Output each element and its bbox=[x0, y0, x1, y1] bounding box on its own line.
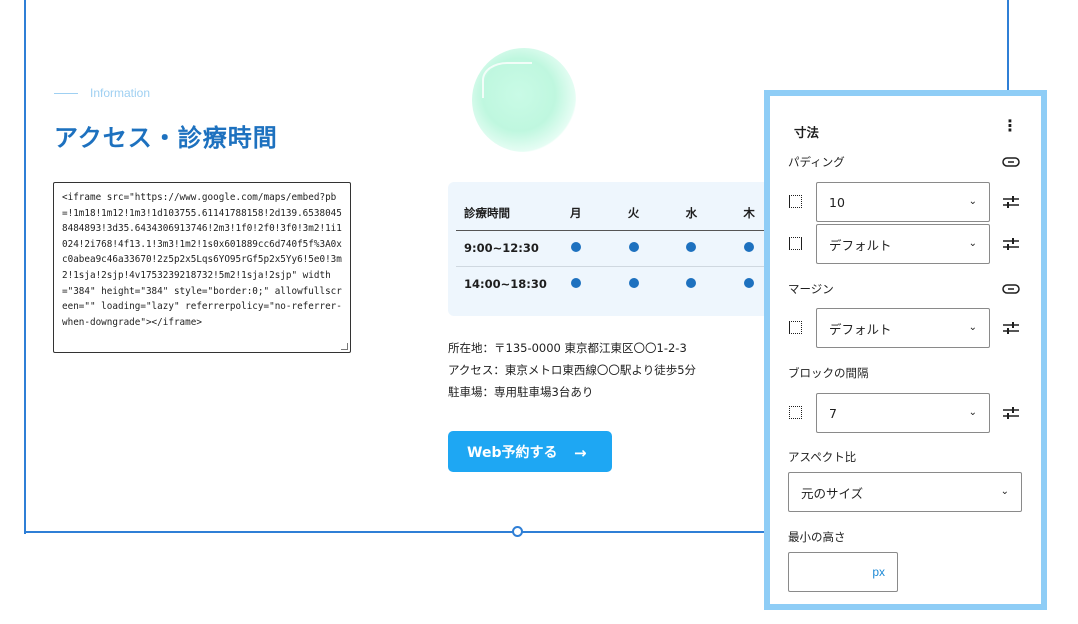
dimensions-panel: 寸法 ⋮ パディング 10 ⌄ デフォルト ⌄ マージン デフォルト ⌄ ブロッ… bbox=[764, 90, 1047, 610]
chevron-down-icon: ⌄ bbox=[968, 407, 977, 418]
slider-settings-icon[interactable] bbox=[1002, 321, 1020, 335]
schedule-header-day: 水 bbox=[662, 196, 721, 231]
aspect-ratio-select[interactable]: 元のサイズ ⌄ bbox=[788, 472, 1022, 512]
parking-text: 駐車場：専用駐車場3台あり bbox=[448, 385, 594, 399]
open-dot-icon bbox=[686, 278, 697, 289]
unlink-sides-icon[interactable] bbox=[1002, 157, 1020, 167]
block-gap-label: ブロックの間隔 bbox=[788, 366, 869, 380]
min-height-input[interactable]: px bbox=[788, 552, 898, 592]
padding-label: パディング bbox=[788, 155, 845, 169]
padding-vertical-value: 10 bbox=[829, 194, 845, 210]
open-dot-icon bbox=[570, 242, 581, 252]
open-dot-icon bbox=[686, 242, 697, 252]
html-code-editor[interactable]: <iframe src="https://www.google.com/maps… bbox=[53, 182, 351, 353]
schedule-cell bbox=[662, 266, 720, 302]
more-options-icon[interactable]: ⋮ bbox=[1002, 116, 1018, 135]
open-dot-icon bbox=[628, 278, 639, 289]
schedule-header-day: 月 bbox=[546, 196, 605, 231]
reserve-button-label: Web予約する bbox=[467, 444, 558, 461]
open-dot-icon bbox=[628, 242, 639, 252]
schedule-time: 14:00~18:30 bbox=[464, 277, 547, 292]
schedule-cell bbox=[546, 230, 605, 267]
access-text: アクセス：東京メトロ東西線〇〇駅より徒歩5分 bbox=[448, 363, 697, 377]
block-frame-bottom bbox=[24, 531, 766, 533]
chevron-down-icon: ⌄ bbox=[968, 238, 977, 249]
schedule-cell bbox=[604, 230, 663, 267]
block-frame-left bbox=[24, 0, 26, 534]
vertical-sides-icon bbox=[789, 195, 802, 208]
textarea-resize-grip[interactable] bbox=[341, 343, 348, 350]
schedule-header-time: 診療時間 bbox=[456, 196, 547, 231]
chevron-down-icon: ⌄ bbox=[968, 196, 977, 207]
schedule-cell bbox=[662, 230, 721, 267]
schedule-cell bbox=[605, 266, 663, 302]
horizontal-sides-icon bbox=[789, 237, 802, 250]
open-dot-icon bbox=[744, 278, 755, 289]
slider-settings-icon[interactable] bbox=[1002, 237, 1020, 251]
arrow-right-icon: → bbox=[574, 444, 587, 462]
schedule-header-day: 火 bbox=[604, 196, 663, 231]
slider-settings-icon[interactable] bbox=[1002, 195, 1020, 209]
margin-vertical-select[interactable]: デフォルト ⌄ bbox=[816, 308, 990, 348]
aspect-ratio-value: 元のサイズ bbox=[801, 485, 864, 501]
padding-horizontal-value: デフォルト bbox=[829, 237, 892, 253]
unlink-sides-icon[interactable] bbox=[1002, 284, 1020, 294]
schedule-table-container: 診療時間 月 火 水 木 9:00~12:30 14:00~18:30 bbox=[448, 182, 766, 316]
table-row: 9:00~12:30 bbox=[456, 230, 766, 267]
info-line bbox=[54, 93, 78, 94]
aspect-ratio-label: アスペクト比 bbox=[788, 450, 857, 464]
padding-vertical-select[interactable]: 10 ⌄ bbox=[816, 182, 990, 222]
margin-vertical-value: デフォルト bbox=[829, 321, 892, 337]
block-gap-select[interactable]: 7 ⌄ bbox=[816, 393, 990, 433]
web-reserve-button[interactable]: Web予約する → bbox=[448, 431, 612, 472]
chevron-down-icon: ⌄ bbox=[968, 322, 977, 333]
address-text: 所在地：〒135-0000 東京都江東区〇〇1-2-3 bbox=[448, 341, 687, 355]
page-title: アクセス・診療時間 bbox=[54, 124, 278, 152]
bubble-highlight bbox=[482, 62, 532, 98]
panel-title: 寸法 bbox=[794, 125, 820, 140]
schedule-cell bbox=[720, 266, 766, 302]
schedule-cell bbox=[547, 266, 605, 302]
table-row: 14:00~18:30 bbox=[456, 266, 766, 302]
all-sides-icon bbox=[789, 406, 802, 419]
block-frame-right bbox=[1007, 0, 1009, 90]
min-height-label: 最小の高さ bbox=[788, 530, 846, 544]
schedule-time: 9:00~12:30 bbox=[456, 230, 547, 267]
margin-label: マージン bbox=[788, 282, 834, 296]
open-dot-icon bbox=[570, 278, 581, 289]
resize-handle[interactable] bbox=[512, 526, 523, 537]
section-eyebrow: Information bbox=[90, 86, 151, 100]
slider-settings-icon[interactable] bbox=[1002, 406, 1020, 420]
schedule-header-day: 木 bbox=[720, 196, 766, 231]
chevron-down-icon: ⌄ bbox=[1000, 486, 1009, 497]
vertical-sides-icon bbox=[789, 321, 802, 334]
code-text: <iframe src="https://www.google.com/maps… bbox=[62, 192, 342, 328]
schedule-table: 診療時間 月 火 水 木 9:00~12:30 14:00~18:30 bbox=[456, 196, 766, 302]
open-dot-icon bbox=[744, 242, 755, 252]
block-gap-value: 7 bbox=[829, 405, 837, 421]
unit-select[interactable]: px bbox=[872, 565, 885, 579]
padding-horizontal-select[interactable]: デフォルト ⌄ bbox=[816, 224, 990, 264]
schedule-header-row: 診療時間 月 火 水 木 bbox=[456, 196, 766, 231]
schedule-cell bbox=[720, 230, 766, 267]
